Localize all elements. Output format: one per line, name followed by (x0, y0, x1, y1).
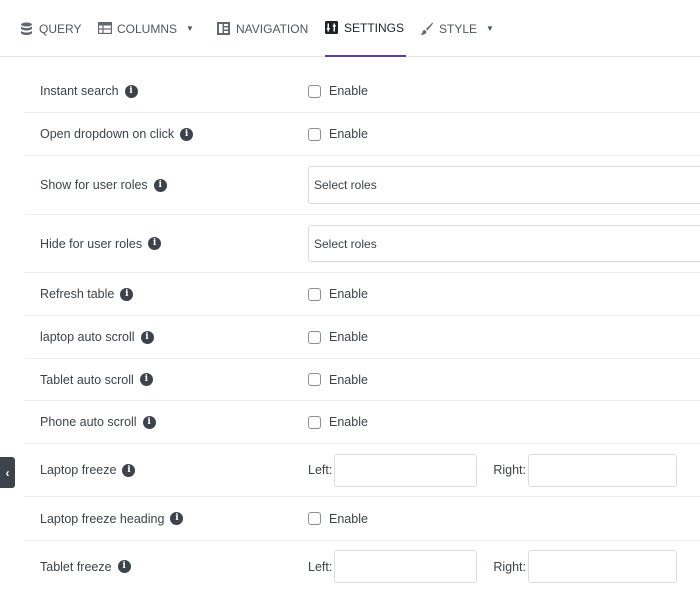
setting-label-text: Laptop freeze (40, 463, 117, 477)
setting-label: Tablet freeze i (40, 541, 131, 592)
instant-search-control: Enable (308, 70, 368, 112)
hide-roles-select[interactable]: Select roles (308, 225, 700, 262)
refresh-table-checkbox[interactable] (308, 287, 321, 301)
setting-row-laptop-freeze: Laptop freeze i Left: Right: (25, 444, 700, 497)
phone-auto-scroll-control: Enable (308, 401, 368, 443)
navigation-icon (217, 21, 231, 36)
laptop-freeze-heading-control: Enable (308, 497, 368, 540)
checkbox-label: Enable (329, 330, 368, 344)
setting-row-phone-auto-scroll: Phone auto scroll i Enable (25, 401, 700, 444)
laptop-freeze-control: Left: Right: (308, 444, 677, 496)
setting-label: Refresh table i (40, 273, 134, 315)
info-icon[interactable]: i (122, 463, 136, 477)
freeze-right-label: Right: (493, 559, 526, 574)
freeze-right-label: Right: (493, 463, 526, 477)
tablet-freeze-left-input[interactable] (334, 550, 478, 583)
setting-row-open-dropdown: Open dropdown on click i Enable (25, 113, 700, 156)
tablet-freeze-control: Left: Right: (308, 541, 677, 592)
instant-search-checkbox[interactable] (308, 84, 321, 98)
setting-label-text: Refresh table (40, 287, 115, 301)
setting-row-tablet-auto-scroll: Tablet auto scroll i Enable (25, 359, 700, 401)
setting-label: Laptop freeze heading i (40, 497, 184, 540)
tab-label: COLUMNS (117, 21, 178, 36)
open-dropdown-checkbox[interactable] (308, 127, 321, 141)
setting-label-text: Instant search (40, 84, 119, 98)
freeze-left-label: Left: (308, 463, 333, 477)
settings-icon (325, 20, 339, 35)
checkbox-label: Enable (329, 84, 368, 98)
collapse-panel-button[interactable]: ‹ (0, 457, 15, 488)
setting-label: Open dropdown on click i (40, 113, 194, 155)
chevron-down-icon: ▼ (486, 24, 494, 33)
tab-style[interactable]: STYLE ▼ (420, 0, 494, 57)
setting-row-laptop-freeze-heading: Laptop freeze heading i Enable (25, 497, 700, 541)
info-icon[interactable]: i (180, 127, 194, 141)
tablet-auto-scroll-checkbox[interactable] (308, 373, 321, 386)
freeze-left-label: Left: (308, 559, 333, 574)
laptop-freeze-heading-checkbox[interactable] (308, 512, 321, 525)
tablet-freeze-right-input[interactable] (527, 550, 677, 583)
show-roles-select[interactable]: Select roles (308, 166, 700, 204)
setting-label-text: Open dropdown on click (40, 127, 175, 141)
info-icon[interactable]: i (153, 178, 167, 192)
setting-row-hide-roles: Hide for user roles i Select roles (25, 215, 700, 273)
checkbox-label: Enable (329, 511, 368, 526)
open-dropdown-control: Enable (308, 113, 368, 155)
setting-label: Hide for user roles i (40, 215, 162, 272)
info-icon[interactable]: i (142, 415, 156, 429)
setting-row-tablet-freeze: Tablet freeze i Left: Right: (25, 541, 700, 592)
setting-label: Show for user roles i (40, 156, 167, 214)
chevron-down-icon: ▼ (186, 24, 194, 33)
info-icon[interactable]: i (120, 287, 134, 301)
laptop-freeze-right-input[interactable] (527, 453, 677, 487)
info-icon[interactable]: i (170, 512, 184, 525)
tab-label: SETTINGS (344, 20, 405, 35)
setting-label-text: Tablet freeze (40, 559, 112, 574)
tab-label: NAVIGATION (236, 21, 309, 36)
refresh-table-control: Enable (308, 273, 368, 315)
tab-navigation[interactable]: NAVIGATION (217, 0, 308, 57)
laptop-freeze-left-input[interactable] (334, 453, 478, 487)
setting-label-text: Tablet auto scroll (40, 372, 134, 387)
checkbox-label: Enable (329, 127, 368, 141)
setting-label: Laptop freeze i (40, 444, 136, 496)
info-icon[interactable]: i (140, 330, 154, 344)
setting-row-laptop-auto-scroll: laptop auto scroll i Enable (25, 316, 700, 359)
laptop-auto-scroll-control: Enable (308, 316, 368, 358)
setting-label-text: Show for user roles (40, 178, 148, 192)
info-icon[interactable]: i (117, 560, 131, 573)
tab-columns[interactable]: COLUMNS ▼ (98, 0, 194, 57)
tab-label: STYLE (439, 21, 478, 36)
setting-label: Phone auto scroll i (40, 401, 156, 443)
setting-label: laptop auto scroll i (40, 316, 154, 358)
phone-auto-scroll-checkbox[interactable] (308, 415, 321, 429)
setting-label-text: Hide for user roles (40, 236, 143, 251)
tab-label: QUERY (39, 21, 82, 36)
tab-settings[interactable]: SETTINGS (325, 0, 407, 57)
setting-label-text: Phone auto scroll (40, 415, 137, 429)
brush-icon (420, 22, 434, 36)
setting-row-show-roles: Show for user roles i Select roles (25, 156, 700, 215)
setting-row-refresh-table: Refresh table i Enable (25, 273, 700, 316)
setting-label-text: Laptop freeze heading (40, 511, 165, 526)
setting-label: Instant search i (40, 70, 138, 112)
chevron-left-icon: ‹ (5, 465, 10, 480)
select-placeholder: Select roles (314, 178, 377, 192)
checkbox-label: Enable (329, 287, 368, 301)
select-placeholder: Select roles (314, 236, 377, 251)
info-icon[interactable]: i (124, 84, 138, 98)
tab-query[interactable]: QUERY (20, 0, 81, 57)
info-icon[interactable]: i (139, 373, 153, 386)
checkbox-label: Enable (329, 372, 368, 387)
checkbox-label: Enable (329, 415, 368, 429)
setting-label-text: laptop auto scroll (40, 330, 135, 344)
info-icon[interactable]: i (148, 237, 162, 250)
table-icon (98, 21, 112, 36)
settings-tab-bar: QUERY COLUMNS ▼ NAVIGATION SETTINGS STYL… (0, 0, 700, 57)
setting-label: Tablet auto scroll i (40, 359, 153, 400)
setting-row-instant-search: Instant search i Enable (25, 70, 700, 113)
laptop-auto-scroll-checkbox[interactable] (308, 330, 321, 344)
tablet-auto-scroll-control: Enable (308, 359, 368, 400)
database-icon (20, 22, 34, 36)
